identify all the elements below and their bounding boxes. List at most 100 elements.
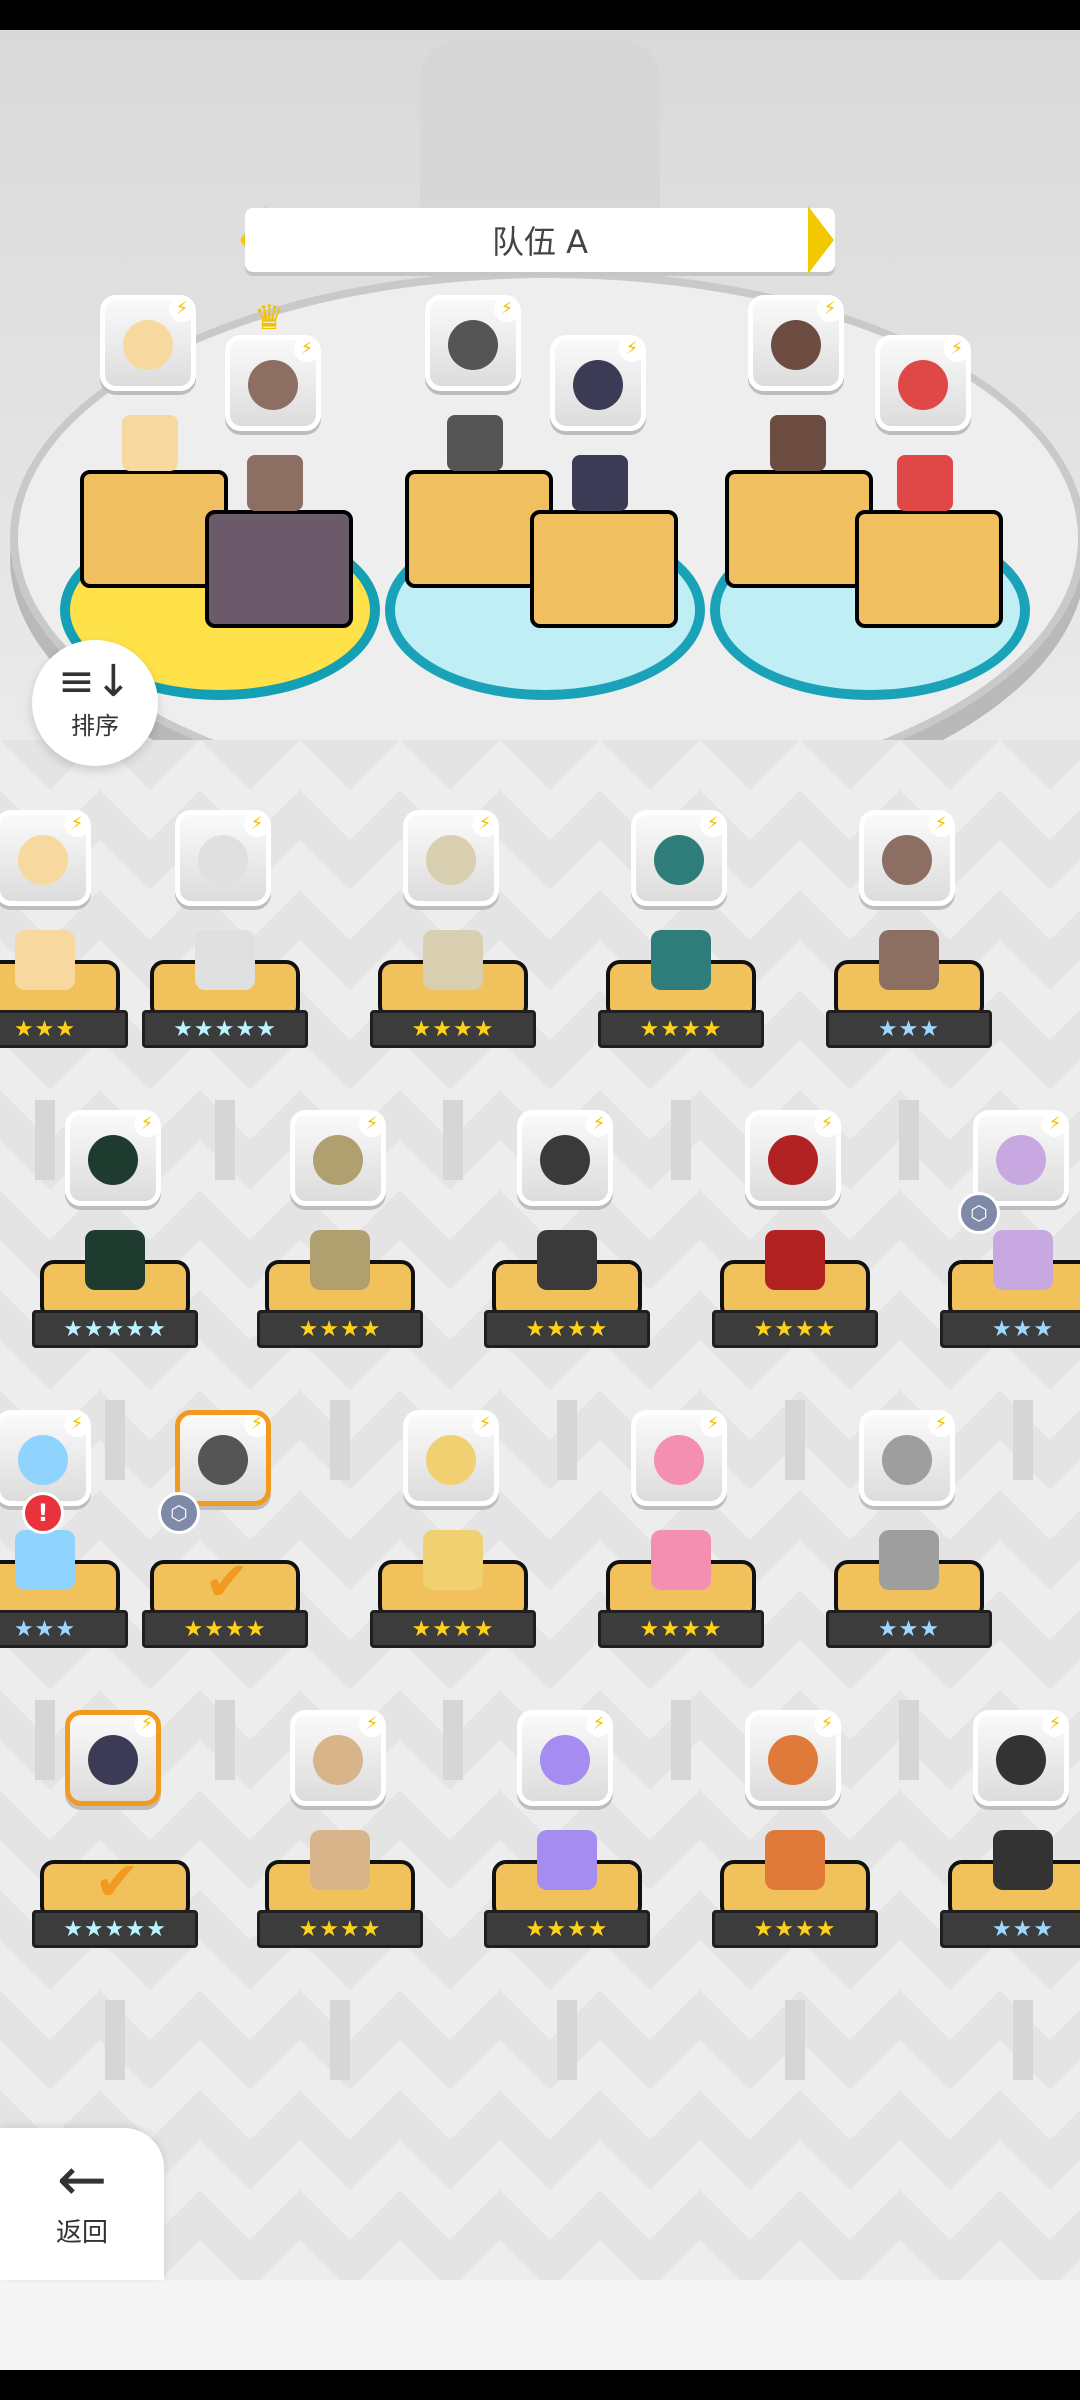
hero-sprite [993,1230,1053,1290]
pedestal-stem [671,1100,691,1180]
roster-hero-avatar[interactable]: ⚡ [631,810,727,906]
hero-pedestal[interactable]: ★★★★ [712,1230,878,1350]
team-next-arrow[interactable] [808,206,834,274]
team-hero-avatar[interactable]: ⚡ [225,335,321,431]
roster-hero-avatar[interactable]: ⚡ [65,1710,161,1806]
lightning-icon: ⚡ [619,340,641,362]
pedestal-stem [215,1700,235,1780]
back-arrow-icon: ← [56,2145,108,2215]
roster-hero-avatar[interactable]: ⚡ [517,1110,613,1206]
pedestal-stem [671,1700,691,1780]
lightning-icon: ⚡ [472,815,494,837]
hero-pedestal[interactable]: ★★★ [940,1830,1080,1950]
hero-portrait [198,835,248,885]
hero-portrait [88,1135,138,1185]
roster-hero-avatar[interactable]: ⚡ [517,1710,613,1806]
hero-portrait [426,835,476,885]
hero-pedestal[interactable]: ★★★★ [257,1230,423,1350]
hero-portrait [996,1735,1046,1785]
star-rating: ★★★ [940,1910,1080,1948]
hero-pedestal[interactable]: ✔ ★★★★★ [32,1840,198,1950]
roster-hero-avatar[interactable]: ⚡ [65,1110,161,1206]
hero-portrait [768,1135,818,1185]
hero-portrait [573,360,623,410]
temple-decoration [420,40,660,230]
roster-hero-avatar[interactable]: ⚡ [0,810,91,906]
team-hero-avatar[interactable]: ⚡ [875,335,971,431]
hero-sprite [15,930,75,990]
lightning-icon: ⚡ [700,1415,722,1437]
roster-hero-avatar[interactable]: ⚡ [859,810,955,906]
roster-hero-avatar[interactable]: ⚡ [973,1110,1069,1206]
roster-hero-avatar[interactable]: ⚡ [745,1710,841,1806]
alert-badge-icon: ! [22,1492,64,1534]
hero-sprite [765,1230,825,1290]
team-hero-sprite [247,455,303,511]
roster-hero-avatar[interactable]: ⚡ [859,1410,955,1506]
star-rating: ★★★★ [484,1910,650,1948]
hero-pedestal[interactable]: ★★★★ [370,930,536,1050]
team-hero-avatar[interactable]: ⚡ [425,295,521,391]
hero-pedestal[interactable]: ★★★★★ [32,1230,198,1350]
back-button[interactable]: ← 返回 [0,2128,164,2280]
roster-hero-avatar[interactable]: ⚡ [403,810,499,906]
lightning-icon: ⚡ [294,340,316,362]
roster-hero-avatar[interactable]: ⚡ [290,1110,386,1206]
hero-pedestal[interactable]: ★★★★ [370,1530,536,1650]
hero-pedestal[interactable]: ★★★★ [484,1230,650,1350]
lightning-icon: ⚡ [169,300,191,322]
hero-portrait [198,1435,248,1485]
team-title[interactable]: 队伍 A [245,208,835,272]
roster-hero-avatar[interactable]: ⚡ [403,1410,499,1506]
pedestal-stem [785,2000,805,2080]
star-rating: ★★★★ [712,1310,878,1348]
pedestal-stem [557,1400,577,1480]
hero-sprite [85,1230,145,1290]
hero-sprite [423,1530,483,1590]
roster-hero-avatar[interactable]: ⚡ [175,810,271,906]
hero-portrait [18,835,68,885]
roster-hero-avatar[interactable]: ⚡ [745,1110,841,1206]
hero-portrait [313,1135,363,1185]
team-hero-avatar[interactable]: ⚡ [748,295,844,391]
pedestal-stem [105,1400,125,1480]
hero-portrait [768,1735,818,1785]
hero-pedestal[interactable]: ★★★★★ [142,930,308,1050]
roster-hero-avatar[interactable]: ⚡ [290,1710,386,1806]
hero-pedestal[interactable]: ★★★★ [598,930,764,1050]
hero-pedestal[interactable]: ★★★★ [712,1830,878,1950]
star-rating: ★★★★ [598,1010,764,1048]
lightning-icon: ⚡ [244,815,266,837]
team-hero-avatar[interactable]: ⚡ [550,335,646,431]
hero-pedestal[interactable]: ★★★ [826,930,992,1050]
lightning-icon: ⚡ [817,300,839,322]
hero-pedestal[interactable]: ★★★★ [598,1530,764,1650]
pedestal-stem [899,1100,919,1180]
star-rating: ★★★★★ [142,1010,308,1048]
hero-pedestal[interactable]: ★★★ [0,930,128,1050]
hero-sprite [310,1230,370,1290]
hero-pedestal[interactable]: ★★★★ [257,1830,423,1950]
hero-pedestal[interactable]: ★★★ [826,1530,992,1650]
hero-sprite [879,930,939,990]
hero-pedestal[interactable]: ★★★ [940,1230,1080,1350]
lightning-icon: ⚡ [134,1715,156,1737]
pedestal-stem [330,2000,350,2080]
hero-pedestal[interactable]: ✔ ★★★★ [142,1540,308,1650]
team-pillar [530,510,678,628]
hero-pedestal[interactable]: ★★★ [0,1530,128,1650]
roster-hero-avatar[interactable]: ⚡ [973,1710,1069,1806]
team-hero-sprite [447,415,503,471]
selected-check-icon: ✔ [94,1850,140,1913]
sort-button[interactable]: ≡↓ 排序 [32,640,158,766]
team-pillar [855,510,1003,628]
team-hero-avatar[interactable]: ⚡ [100,295,196,391]
star-rating: ★★★ [0,1610,128,1648]
roster-hero-avatar[interactable]: ⚡ [175,1410,271,1506]
bottom-strip [0,2280,1080,2370]
roster-hero-avatar[interactable]: ⚡ [631,1410,727,1506]
lightning-icon: ⚡ [359,1115,381,1137]
lightning-icon: ⚡ [64,815,86,837]
hero-pedestal[interactable]: ★★★★ [484,1830,650,1950]
leader-crown-icon: ♛ [254,298,285,338]
